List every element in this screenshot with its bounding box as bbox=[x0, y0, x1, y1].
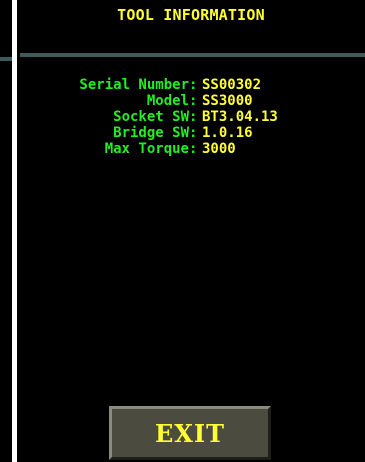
model-value: SS3000 bbox=[202, 93, 253, 109]
serial-number-value: SS00302 bbox=[202, 77, 262, 93]
left-panel-rule bbox=[0, 57, 12, 61]
socket-sw-value: BT3.04.13 bbox=[202, 109, 278, 125]
separator: : bbox=[189, 141, 198, 157]
exit-button[interactable]: EXIT bbox=[109, 406, 271, 460]
left-panel-edge bbox=[0, 0, 12, 462]
separator: : bbox=[189, 125, 198, 141]
serial-number-label: Serial Number bbox=[79, 77, 189, 93]
separator: : bbox=[189, 109, 198, 125]
tool-information-screen: TOOL INFORMATION Serial Number : SS00302… bbox=[17, 0, 365, 462]
max-torque-value: 3000 bbox=[202, 141, 236, 157]
separator: : bbox=[189, 77, 198, 93]
bridge-sw-label: Bridge SW bbox=[113, 125, 189, 141]
max-torque-label: Max Torque bbox=[104, 141, 189, 157]
title-divider bbox=[20, 53, 365, 57]
page-title: TOOL INFORMATION bbox=[117, 6, 265, 24]
socket-sw-label: Socket SW bbox=[113, 109, 189, 125]
model-label: Model bbox=[146, 93, 189, 109]
bridge-sw-value: 1.0.16 bbox=[202, 125, 253, 141]
separator: : bbox=[189, 93, 198, 109]
exit-button-label: EXIT bbox=[155, 418, 225, 448]
